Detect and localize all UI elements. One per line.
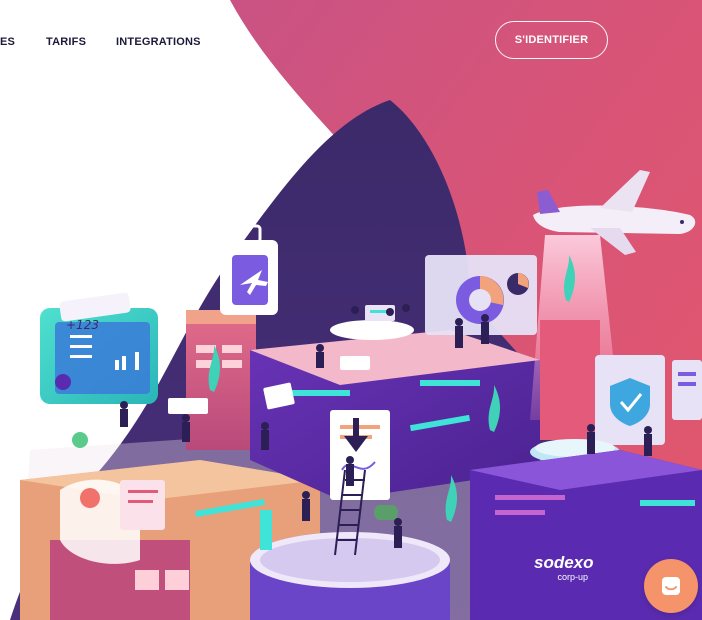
nav-item-integrations[interactable]: INTEGRATIONS (116, 36, 201, 48)
nav-item-es[interactable]: ES (0, 36, 15, 48)
chat-launcher-button[interactable] (644, 559, 698, 613)
brand-sub: corp-up (557, 572, 589, 582)
hero-illustration: +123 (10, 0, 702, 620)
brand-name: sodexo (534, 553, 594, 572)
tablet-widget: +123 (40, 292, 158, 404)
login-button[interactable]: S'IDENTIFIER (495, 21, 608, 59)
nav-item-tarifs[interactable]: TARIFS (46, 36, 86, 48)
sodexo-logo: sodexo corp-up (534, 553, 594, 583)
top-navigation: ES TARIFS INTEGRATIONS S'IDENTIFIER (0, 0, 702, 80)
chat-icon (662, 577, 680, 595)
doc-board (330, 410, 390, 500)
ticket-text: +123 (66, 318, 99, 332)
